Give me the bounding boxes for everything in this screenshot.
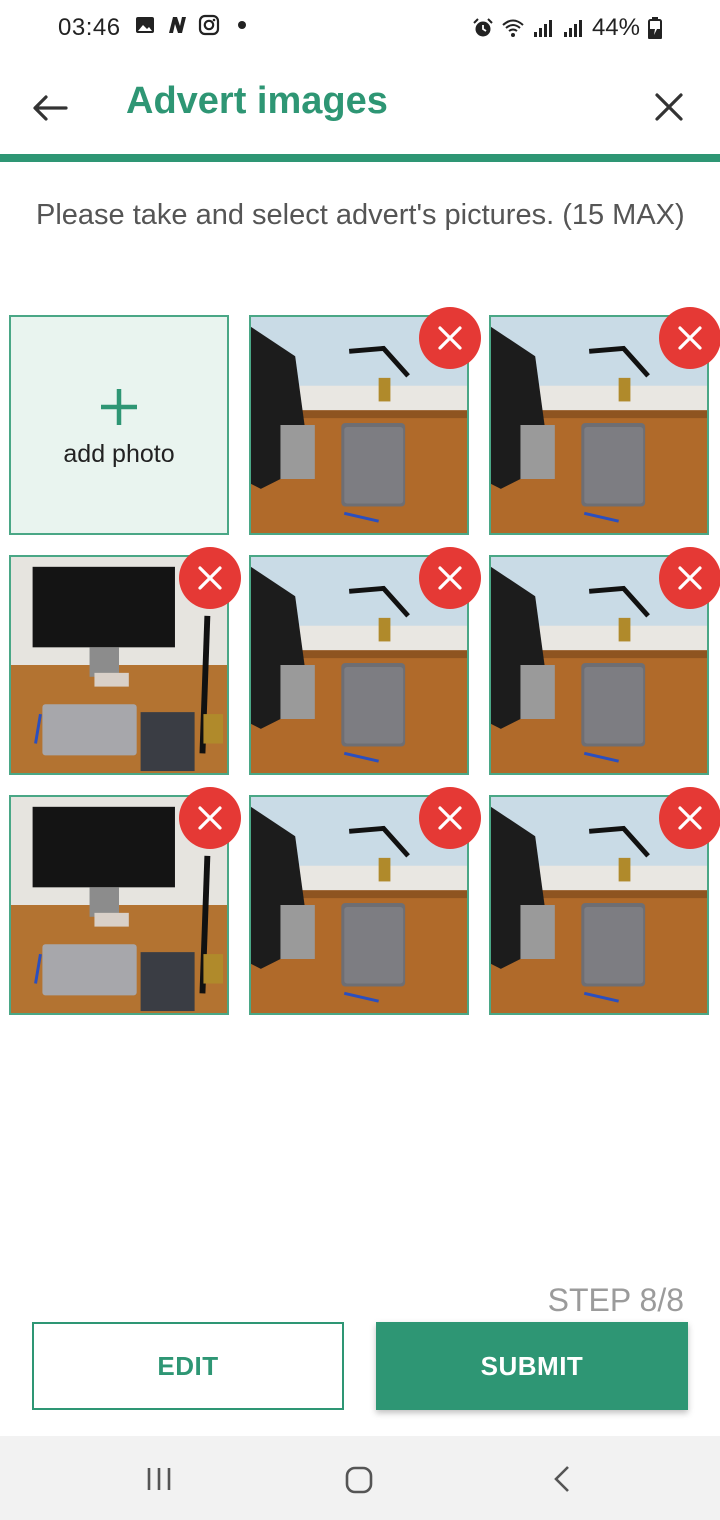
close-icon bbox=[198, 566, 222, 590]
close-icon bbox=[438, 806, 462, 830]
close-icon bbox=[198, 806, 222, 830]
page-title: Advert images bbox=[126, 80, 388, 122]
instruction-text: Please take and select advert's pictures… bbox=[36, 199, 685, 231]
delete-photo-button[interactable] bbox=[419, 787, 481, 849]
step-indicator: STEP 8/8 bbox=[547, 1282, 684, 1318]
add-photo-button[interactable]: add photo bbox=[9, 315, 229, 535]
status-right-icons: 44% bbox=[472, 14, 662, 42]
delete-photo-button[interactable] bbox=[179, 787, 241, 849]
recent-apps-icon[interactable] bbox=[144, 1464, 174, 1494]
close-icon bbox=[438, 326, 462, 350]
back-nav-icon[interactable] bbox=[548, 1464, 576, 1494]
close-icon[interactable] bbox=[648, 86, 690, 128]
submit-button[interactable]: SUBMIT bbox=[376, 1322, 688, 1410]
plus-icon bbox=[99, 382, 139, 432]
arrow-left-icon[interactable] bbox=[28, 86, 72, 130]
close-icon bbox=[678, 566, 702, 590]
signal-icon bbox=[533, 20, 552, 37]
delete-photo-button[interactable] bbox=[659, 547, 720, 609]
battery-level: 44% bbox=[591, 14, 640, 41]
edit-button[interactable]: EDIT bbox=[32, 1322, 344, 1410]
progress-divider bbox=[0, 154, 720, 162]
gallery-icon bbox=[136, 17, 154, 33]
n-app-icon bbox=[169, 17, 186, 33]
close-icon bbox=[678, 806, 702, 830]
delete-photo-button[interactable] bbox=[419, 547, 481, 609]
status-left-icons bbox=[134, 14, 246, 36]
system-nav-bar bbox=[0, 1436, 720, 1520]
status-time: 03:46 bbox=[58, 14, 121, 41]
delete-photo-button[interactable] bbox=[179, 547, 241, 609]
delete-photo-button[interactable] bbox=[659, 787, 720, 849]
instagram-icon bbox=[198, 14, 220, 36]
home-icon[interactable] bbox=[343, 1464, 375, 1496]
notification-dot bbox=[238, 21, 246, 29]
status-bar: 03:46 44% bbox=[0, 0, 720, 58]
app-bar: Advert images bbox=[0, 58, 720, 154]
alarm-icon bbox=[473, 18, 493, 37]
close-icon bbox=[678, 326, 702, 350]
close-icon bbox=[438, 566, 462, 590]
signal-icon bbox=[563, 20, 582, 37]
battery-charging-icon bbox=[648, 17, 662, 39]
add-photo-label: add photo bbox=[63, 439, 175, 468]
delete-photo-button[interactable] bbox=[659, 307, 720, 369]
wifi-icon bbox=[502, 19, 524, 37]
delete-photo-button[interactable] bbox=[419, 307, 481, 369]
